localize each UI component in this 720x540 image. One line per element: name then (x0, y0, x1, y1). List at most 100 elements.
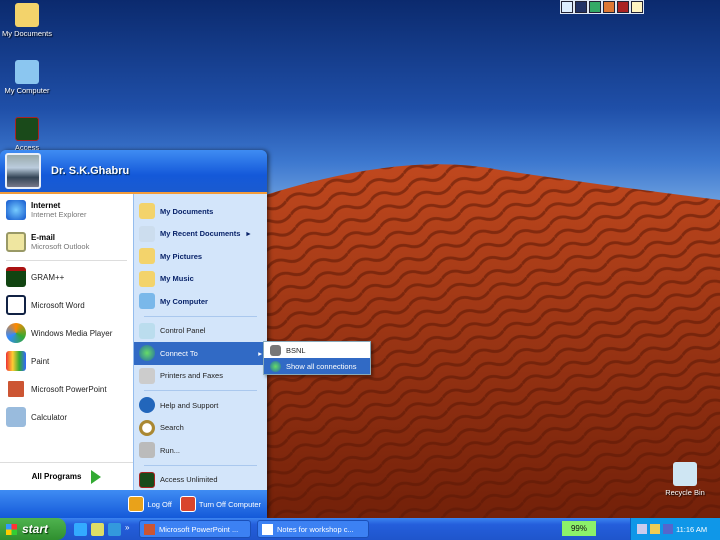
menu-item-media-player[interactable]: Windows Media Player (0, 319, 133, 347)
powerpoint-icon (6, 379, 26, 399)
item-label: Microsoft Word (31, 300, 85, 310)
powerpoint-icon[interactable] (603, 1, 615, 13)
item-label: GRAM++ (31, 272, 65, 282)
item-label: Control Panel (160, 326, 206, 336)
excel-icon[interactable] (589, 1, 601, 13)
desktop-icon-access[interactable]: Access (0, 117, 60, 152)
music-folder-icon (139, 270, 155, 287)
recycle-bin-icon (673, 462, 697, 486)
start-label: start (22, 522, 49, 536)
internet-explorer-icon[interactable] (74, 522, 87, 536)
access-icon (139, 471, 155, 488)
item-subtitle: Internet Explorer (31, 210, 87, 219)
start-menu-footer: Log Off Turn Off Computer (0, 490, 267, 518)
search-icon (139, 419, 155, 436)
start-menu: Dr. S.K.Ghabru Internet Internet Explorer… (0, 150, 267, 518)
tray-icon[interactable] (650, 524, 660, 534)
menu-item-my-computer[interactable]: My Computer (134, 290, 267, 313)
menu-item-access-unlimited[interactable]: Access Unlimited (134, 469, 267, 492)
menu-item-printers-faxes[interactable]: Printers and Faxes (134, 365, 267, 388)
folder-icon[interactable] (631, 1, 643, 13)
dialup-connection-icon (270, 344, 281, 356)
menu-item-my-documents[interactable]: My Documents (134, 200, 267, 223)
submenu-item-show-all-connections[interactable]: Show all connections (264, 358, 370, 374)
chevron-icon[interactable]: » (125, 523, 133, 536)
network-icon[interactable] (637, 524, 647, 534)
media-player-icon[interactable] (108, 522, 121, 536)
window-title: Notes for workshop c... (277, 524, 354, 534)
submenu-arrow-icon: ▸ (246, 229, 251, 239)
word-icon (6, 295, 26, 315)
quick-launch: » (74, 522, 133, 536)
shortcut-icon[interactable] (561, 1, 573, 13)
item-label: Run... (160, 445, 181, 455)
menu-item-connect-to[interactable]: Connect To ▸ (134, 342, 267, 365)
taskbar-button-powerpoint[interactable]: Microsoft PowerPoint ... (139, 520, 251, 538)
log-off-label: Log Off (147, 499, 172, 509)
system-tray: 11:16 AM (630, 518, 720, 540)
menu-item-email[interactable]: E-mail Microsoft Outlook (0, 226, 133, 258)
computer-icon (15, 60, 39, 84)
item-label: Search (160, 423, 184, 433)
menu-item-my-music[interactable]: My Music (134, 268, 267, 291)
outlook-icon[interactable] (91, 522, 104, 536)
item-label: Help and Support (160, 400, 219, 410)
pictures-folder-icon (139, 248, 155, 265)
menu-item-control-panel[interactable]: Control Panel (134, 320, 267, 343)
item-label: My Pictures (160, 251, 203, 261)
help-icon (139, 397, 155, 414)
avatar (5, 153, 41, 189)
item-label: Connect To (160, 348, 198, 358)
menu-item-gram[interactable]: GRAM++ (0, 263, 133, 291)
display-icon[interactable] (663, 524, 673, 534)
access-icon[interactable] (617, 1, 629, 13)
gram-icon (6, 267, 26, 287)
turn-off-button[interactable]: Turn Off Computer (179, 496, 261, 512)
item-label: My Computer (160, 296, 208, 306)
menu-item-word[interactable]: Microsoft Word (0, 291, 133, 319)
clock[interactable]: 11:16 AM (676, 525, 707, 534)
icon-label: Recycle Bin (665, 488, 705, 497)
log-off-button[interactable]: Log Off (128, 496, 172, 512)
computer-icon (139, 293, 155, 310)
item-label: My Recent Documents (160, 229, 241, 239)
folder-documents-icon (15, 3, 39, 27)
item-subtitle: Microsoft Outlook (31, 242, 90, 251)
battery-indicator[interactable]: 99% (562, 521, 596, 536)
menu-item-my-pictures[interactable]: My Pictures (134, 245, 267, 268)
taskbar-button-word[interactable]: Notes for workshop c... (257, 520, 369, 538)
menu-item-calculator[interactable]: Calculator (0, 403, 133, 431)
office-shortcut-bar (560, 0, 644, 14)
icon-label: My Documents (1, 29, 52, 38)
start-button[interactable]: start (0, 518, 66, 540)
menu-item-paint[interactable]: Paint (0, 347, 133, 375)
calculator-icon (6, 407, 26, 427)
paint-icon (6, 351, 26, 371)
menu-item-powerpoint[interactable]: Microsoft PowerPoint (0, 375, 133, 403)
programs-column: Internet Internet Explorer E-mail Microsof… (0, 194, 133, 490)
menu-item-run[interactable]: Run... (134, 439, 267, 462)
item-title: Internet (31, 201, 61, 210)
menu-item-help-support[interactable]: Help and Support (134, 394, 267, 417)
menu-item-internet[interactable]: Internet Internet Explorer (0, 194, 133, 226)
desktop-icon-recycle-bin[interactable]: Recycle Bin (652, 462, 718, 497)
desktop-icon-my-computer[interactable]: My Computer (0, 60, 60, 95)
desktop-icon-my-documents[interactable]: My Documents (0, 3, 60, 38)
save-icon[interactable] (575, 1, 587, 13)
menu-item-my-recent-documents[interactable]: My Recent Documents ▸ (134, 223, 267, 246)
network-globe-icon (270, 360, 281, 372)
places-column: My Documents My Recent Documents ▸ My Pic… (133, 194, 267, 490)
run-icon (139, 442, 155, 459)
submenu-item-bsnl[interactable]: BSNL (264, 342, 370, 358)
user-name: Dr. S.K.Ghabru (51, 165, 130, 177)
all-programs-button[interactable]: All Programs (0, 462, 133, 490)
network-globe-icon (139, 345, 155, 362)
recent-documents-icon (139, 225, 155, 242)
item-label: BSNL (286, 345, 306, 355)
power-icon (179, 496, 196, 512)
icon-label: My Computer (4, 86, 50, 95)
menu-item-search[interactable]: Search (134, 417, 267, 440)
item-title: E-mail (31, 233, 56, 242)
arrow-right-icon (91, 469, 102, 484)
internet-explorer-icon (6, 200, 26, 220)
